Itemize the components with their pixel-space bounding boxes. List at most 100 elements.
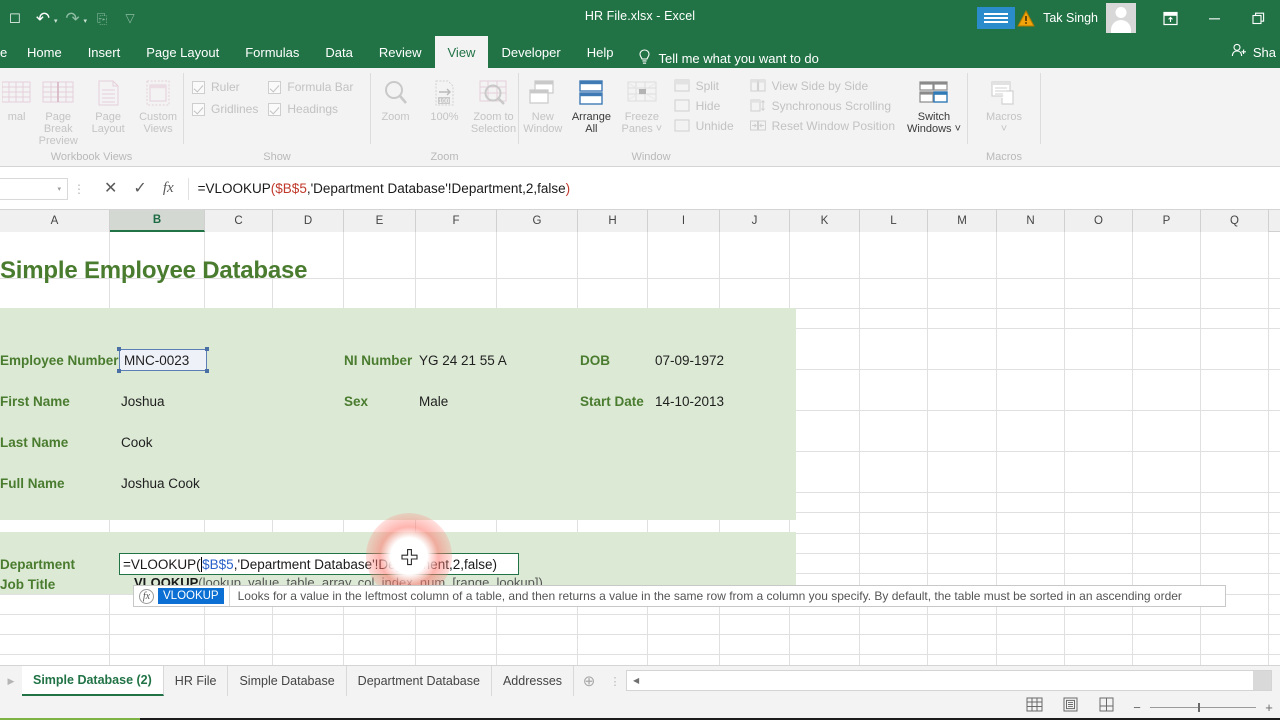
insert-function-icon[interactable]: fx [163, 180, 174, 197]
ribbon-button-new-window[interactable]: New Window [519, 72, 567, 135]
selection-handle[interactable] [205, 369, 209, 373]
column-header-j[interactable]: J [720, 210, 790, 232]
column-header-k[interactable]: K [790, 210, 860, 232]
tab-review[interactable]: Review [366, 36, 435, 68]
ribbon-button-unhide[interactable]: Unhide [674, 119, 734, 133]
minimize-button[interactable] [1192, 0, 1236, 36]
column-header-h[interactable]: H [578, 210, 648, 232]
ribbon-button-zoom-to-selection[interactable]: Zoom to Selection [469, 72, 518, 135]
zoom-slider[interactable]: − + [1124, 700, 1274, 715]
field-value-dob[interactable]: 07-09-1972 [655, 350, 724, 370]
column-header-b[interactable]: B [110, 210, 205, 232]
column-header-g[interactable]: G [497, 210, 578, 232]
warning-icon[interactable] [1017, 9, 1035, 27]
sheet-tab-hr-file[interactable]: HR File [163, 666, 229, 696]
tab-home[interactable]: Home [14, 36, 75, 68]
checkbox-formula-bar[interactable]: Formula Bar [268, 80, 353, 94]
ribbon-button-zoom-100[interactable]: 100 100% [420, 72, 469, 123]
formula-bar-grip[interactable]: ⋮ [68, 182, 90, 196]
ribbon-button-page-break-preview[interactable]: Page Break Preview [33, 72, 83, 147]
ribbon-button-freeze-panes[interactable]: Freeze Panes ˅ [616, 72, 667, 135]
ribbon-button-arrange-all[interactable]: Arrange All [567, 72, 617, 135]
field-value-start-date[interactable]: 14-10-2013 [655, 391, 724, 411]
ribbon-button-macros[interactable]: Macros ˅ [974, 72, 1034, 135]
column-header-q[interactable]: Q [1201, 210, 1269, 232]
ribbon-button-switch-windows[interactable]: Switch Windows ˅ [902, 72, 966, 135]
column-header-l[interactable]: L [860, 210, 928, 232]
tab-file[interactable]: e [0, 36, 14, 68]
field-value-last-name[interactable]: Cook [121, 432, 153, 452]
ribbon-button-normal[interactable]: mal [0, 72, 33, 123]
zoom-in-button[interactable]: + [1264, 700, 1274, 715]
sheet-tab-addresses[interactable]: Addresses [491, 666, 575, 696]
column-header-p[interactable]: P [1133, 210, 1201, 232]
ribbon-button-custom-views[interactable]: Custom Views [133, 72, 183, 135]
column-header-m[interactable]: M [928, 210, 997, 232]
tab-data[interactable]: Data [312, 36, 365, 68]
column-header-n[interactable]: N [997, 210, 1065, 232]
tab-help[interactable]: Help [574, 36, 627, 68]
scrollbar-right-gap[interactable] [1253, 671, 1271, 690]
page-break-preview-button[interactable] [1088, 697, 1124, 717]
checkbox-headings[interactable]: Headings [268, 102, 353, 116]
selection-handle[interactable] [117, 347, 121, 351]
tab-splitter-grip[interactable]: ⋮ [604, 666, 626, 696]
column-header-i[interactable]: I [648, 210, 720, 232]
field-value-sex[interactable]: Male [419, 391, 448, 411]
column-header-e[interactable]: E [344, 210, 416, 232]
sheet-canvas[interactable]: Simple Employee Database Employee Number… [0, 232, 1280, 665]
upload-status-icon[interactable] [977, 7, 1016, 29]
zoom-slider-thumb[interactable] [1198, 702, 1200, 712]
page-layout-view-button[interactable] [1052, 697, 1088, 717]
column-header-f[interactable]: F [416, 210, 497, 232]
column-header-a[interactable]: A [0, 210, 110, 232]
share-button[interactable]: Sha [1231, 43, 1276, 61]
field-value-full-name[interactable]: Joshua Cook [121, 473, 200, 493]
ribbon-button-split[interactable]: Split [674, 79, 734, 93]
user-name[interactable]: Tak Singh [1043, 11, 1098, 25]
ribbon-button-reset-window-position[interactable]: Reset Window Position [749, 119, 895, 133]
avatar[interactable] [1106, 3, 1136, 33]
cell-b5-employee-number[interactable]: MNC-0023 [119, 349, 207, 371]
scrollbar-track[interactable] [645, 671, 1253, 690]
ribbon-button-synchronous-scrolling[interactable]: Synchronous Scrolling [750, 99, 895, 113]
sheet-tab-department-database[interactable]: Department Database [346, 666, 492, 696]
selection-handle[interactable] [117, 369, 121, 373]
restore-button[interactable] [1236, 0, 1280, 36]
field-value-ni-number[interactable]: YG 24 21 55 A [419, 350, 507, 370]
tell-me-search[interactable]: Tell me what you want to do [638, 49, 819, 68]
ribbon-button-hide[interactable]: Hide [674, 99, 734, 113]
scroll-left-icon[interactable]: ◀ [627, 671, 645, 690]
sheet-tab-simple-database[interactable]: Simple Database [228, 666, 347, 696]
normal-view-button[interactable] [1016, 697, 1052, 717]
cell-editor-department[interactable]: =VLOOKUP($B$5 ,'Department Database'!Depa… [119, 553, 519, 575]
field-value-first-name[interactable]: Joshua [121, 391, 165, 411]
tab-formulas[interactable]: Formulas [232, 36, 312, 68]
horizontal-scrollbar[interactable]: ◀ [626, 670, 1272, 691]
name-box[interactable]: ▾ [0, 177, 68, 200]
formula-input[interactable]: =VLOOKUP($B$5 ,'Department Database'!Depa… [187, 177, 1280, 200]
cancel-icon[interactable]: ✕ [104, 180, 117, 197]
enter-icon[interactable]: ✓ [133, 180, 146, 197]
column-header-o[interactable]: O [1065, 210, 1133, 232]
sheet-tab-simple-database-2[interactable]: Simple Database (2) [22, 666, 164, 696]
tab-view[interactable]: View [434, 36, 489, 68]
add-sheet-button[interactable]: ⊕ [574, 666, 604, 696]
sheet-nav-prev-icon[interactable]: ▶ [0, 666, 22, 696]
column-header-d[interactable]: D [273, 210, 344, 232]
selection-handle[interactable] [205, 347, 209, 351]
zoom-slider-track[interactable] [1150, 702, 1256, 712]
chevron-down-icon[interactable]: ▾ [57, 185, 61, 193]
ribbon-button-zoom[interactable]: Zoom [371, 72, 420, 123]
checkbox-gridlines[interactable]: Gridlines [192, 102, 258, 116]
ribbon-button-page-layout[interactable]: Page Layout [83, 72, 133, 135]
ribbon-button-view-side-by-side[interactable]: View Side by Side [750, 79, 895, 93]
tooltip-function-name[interactable]: VLOOKUP [158, 588, 224, 604]
zoom-out-button[interactable]: − [1132, 700, 1142, 715]
tab-developer[interactable]: Developer [488, 36, 573, 68]
ribbon-display-options-icon[interactable] [1148, 0, 1192, 36]
tab-insert[interactable]: Insert [75, 36, 134, 68]
column-header-c[interactable]: C [205, 210, 273, 232]
checkbox-ruler[interactable]: Ruler [192, 80, 258, 94]
tab-page-layout[interactable]: Page Layout [133, 36, 232, 68]
